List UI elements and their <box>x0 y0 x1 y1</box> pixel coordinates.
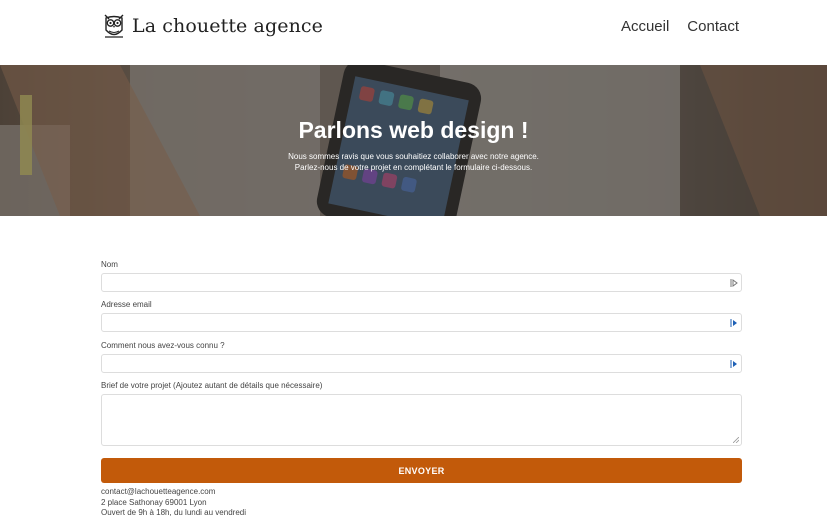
name-field-group: Nom <box>101 260 742 292</box>
hero-subtitle-line-1: Nous sommes ravis que vous souhaitiez co… <box>288 152 539 161</box>
logo-text: La chouette agence <box>132 15 323 37</box>
owl-icon <box>104 14 124 38</box>
brief-textarea[interactable] <box>101 394 742 446</box>
hero-subtitle: Nous sommes ravis que vous souhaitiez co… <box>0 151 827 173</box>
referral-label: Comment nous avez-vous connu ? <box>101 341 225 350</box>
autofill-icon[interactable] <box>730 278 738 288</box>
nav-link-contact[interactable]: Contact <box>687 18 739 35</box>
brief-field-group: Brief de votre projet (Ajoutez autant de… <box>101 381 742 446</box>
contact-info: contact@lachouetteagence.com 2 place Sat… <box>101 487 246 519</box>
site-header: La chouette agence Accueil Contact <box>0 0 827 65</box>
name-input[interactable] <box>101 273 742 292</box>
logo[interactable]: La chouette agence <box>102 11 323 41</box>
contact-email[interactable]: contact@lachouetteagence.com <box>101 487 246 498</box>
hero-subtitle-line-2: Parlez-nous de votre projet en complétan… <box>294 163 533 172</box>
hero-banner: Parlons web design ! Nous sommes ravis q… <box>0 65 827 216</box>
hero-title: Parlons web design ! <box>298 117 529 143</box>
contact-address: 2 place Sathonay 69001 Lyon <box>101 497 207 507</box>
brief-label: Brief de votre projet (Ajoutez autant de… <box>101 381 323 390</box>
nav-link-accueil[interactable]: Accueil <box>621 18 669 35</box>
email-input[interactable] <box>101 313 742 332</box>
referral-field-group: Comment nous avez-vous connu ? <box>101 341 742 373</box>
submit-button[interactable]: ENVOYER <box>101 458 742 483</box>
referral-input[interactable] <box>101 354 742 373</box>
email-field-group: Adresse email <box>101 300 742 332</box>
main-nav: Accueil Contact <box>621 18 739 35</box>
email-label: Adresse email <box>101 300 152 309</box>
name-label: Nom <box>101 260 118 269</box>
opening-hours: Ouvert de 9h à 18h, du lundi au vendredi <box>101 508 246 517</box>
autofill-icon[interactable] <box>730 359 738 369</box>
autofill-icon[interactable] <box>730 318 738 328</box>
hero-content: Parlons web design ! Nous sommes ravis q… <box>0 65 827 216</box>
resize-handle-icon[interactable] <box>733 437 739 443</box>
